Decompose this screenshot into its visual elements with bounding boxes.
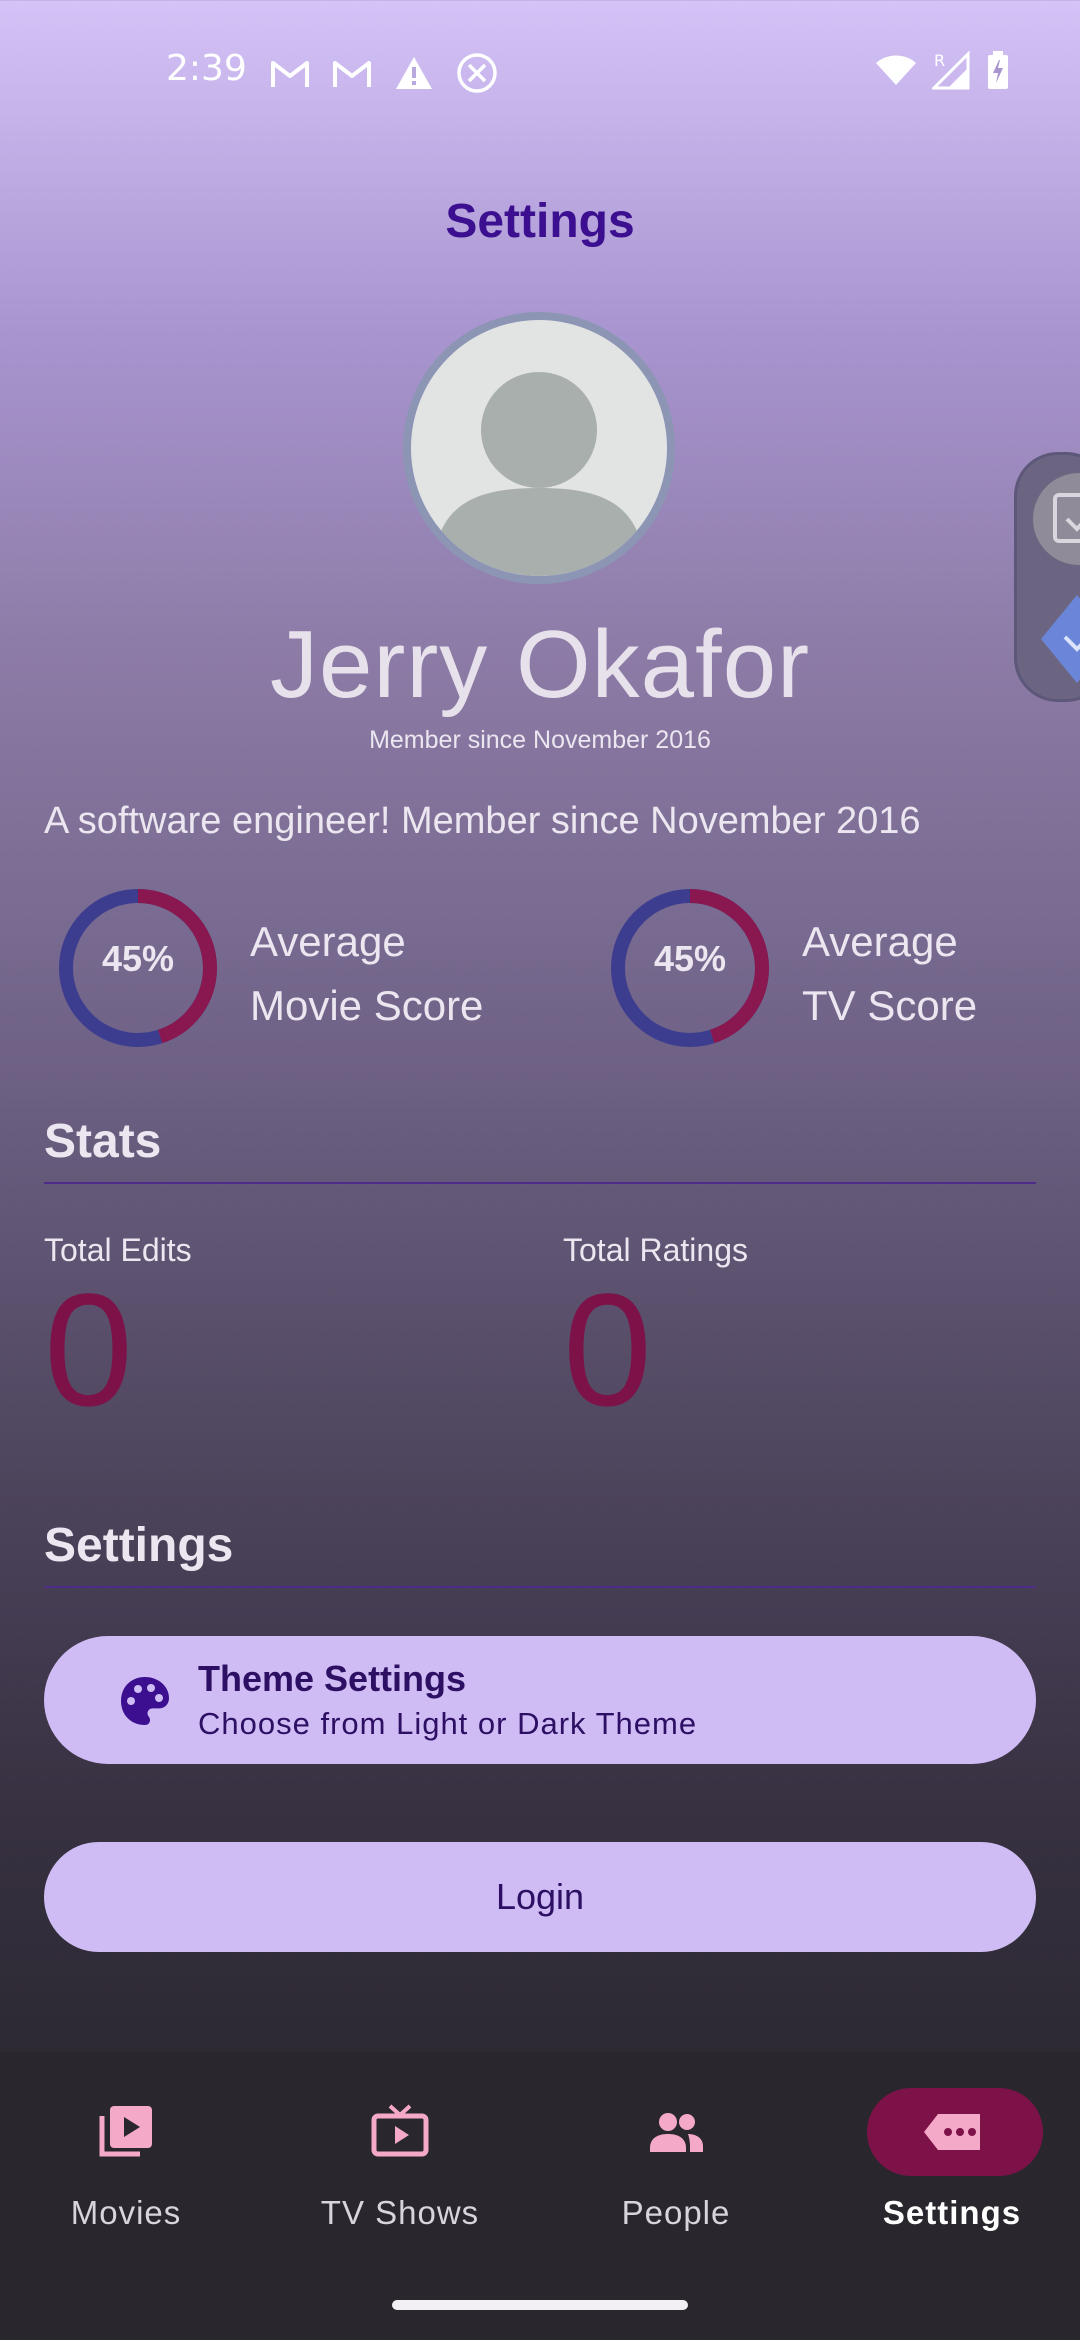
avatar[interactable]: [403, 312, 675, 584]
gmail-icon: [332, 57, 372, 94]
tv-score-label-line1: Average: [802, 918, 958, 965]
user-bio: A software engineer! Member since Novemb…: [44, 800, 921, 842]
tv-icon: [371, 2104, 429, 2157]
people-icon: [650, 2113, 703, 2152]
theme-settings-title: Theme Settings: [198, 1658, 467, 1699]
movie-score-label-line1: Average: [250, 918, 406, 965]
cancel-circle-icon: [456, 52, 498, 99]
nav-label-settings: Settings: [882, 2194, 1022, 2231]
total-ratings-value: 0: [563, 1260, 652, 1439]
nav-item-movies[interactable]: Movies: [26, 2088, 226, 2248]
status-bar: 2:39 R: [0, 0, 1080, 140]
home-indicator[interactable]: [392, 2300, 688, 2310]
nav-item-settings[interactable]: Settings: [852, 2088, 1052, 2248]
theme-settings-button[interactable]: Theme Settings Choose from Light or Dark…: [44, 1636, 1036, 1764]
gmail-icon: [270, 57, 310, 94]
palette-icon: [121, 1677, 169, 1725]
nav-label-tv-shows: TV Shows: [320, 2194, 480, 2231]
nav-item-tv-shows[interactable]: TV Shows: [300, 2088, 500, 2248]
notification-icons: [270, 52, 498, 99]
nav-label-people: People: [621, 2194, 731, 2231]
movie-score: 45% Average Movie Score: [58, 888, 518, 1048]
tv-score-label: Average TV Score: [802, 910, 977, 1038]
warning-icon: [394, 55, 434, 96]
movie-score-label: Average Movie Score: [250, 910, 483, 1038]
wifi-icon: [874, 53, 918, 92]
theme-settings-subtitle: Choose from Light or Dark Theme: [198, 1706, 698, 1741]
nav-label-movies: Movies: [70, 2194, 182, 2231]
movie-score-label-line2: Movie Score: [250, 982, 484, 1029]
settings-section-title: Settings: [44, 1519, 234, 1572]
stats-divider: [44, 1182, 1036, 1184]
total-edits-value: 0: [44, 1260, 133, 1439]
bottom-navigation: Movies TV Shows People Settings: [0, 2052, 1080, 2340]
member-since: Member since November 2016: [369, 726, 711, 754]
settings-divider: [44, 1586, 1036, 1588]
system-icons: R: [874, 50, 1010, 95]
signal-roaming-icon: R: [930, 50, 972, 95]
battery-charging-icon: [986, 50, 1010, 95]
nav-item-people[interactable]: People: [576, 2088, 776, 2248]
user-name: Jerry Okafor: [269, 611, 811, 718]
svg-text:R: R: [934, 51, 945, 70]
stats-section-title: Stats: [44, 1115, 162, 1168]
page-title: Settings: [445, 195, 635, 248]
login-button[interactable]: Login: [44, 1842, 1036, 1952]
tv-score-percent: 45%: [653, 938, 727, 979]
person-avatar-icon: [433, 372, 645, 576]
tv-score-label-line2: TV Score: [802, 982, 978, 1029]
movie-library-icon: [99, 2106, 152, 2157]
status-time: 2:39: [166, 48, 247, 89]
movie-score-percent: 45%: [101, 938, 175, 979]
tv-score: 45% Average TV Score: [610, 888, 1050, 1048]
settings-label-icon: [924, 2114, 980, 2150]
